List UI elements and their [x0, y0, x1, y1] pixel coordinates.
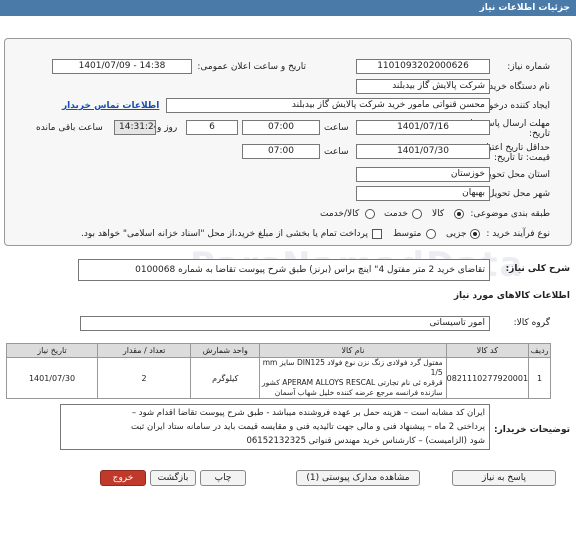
attachments-button[interactable]: مشاهده مدارک پیوستی (1): [296, 470, 420, 486]
process-label: نوع فرآیند خرید :: [486, 229, 550, 239]
goods-section-title: اطلاعات کالاهای مورد نیاز: [453, 291, 570, 301]
contact-buyer-link[interactable]: اطلاعات تماس خریدار: [62, 101, 159, 111]
treasury-payment-checkbox[interactable]: [372, 229, 382, 239]
need-number-field: 1101093202000626: [356, 59, 490, 74]
exit-button[interactable]: خروج: [100, 470, 146, 486]
col-qty: تعداد / مقدار: [96, 343, 192, 358]
creator-field: محسن قنواتی مامور خرید شرکت پالایش گاز ب…: [166, 98, 490, 113]
province-field: خوزستان: [356, 167, 490, 182]
cell-name-line1: مفتول گرد فولادی زنگ نزن نوع فولاد DIN12…: [262, 358, 443, 377]
deadline-date-field: 1401/07/16: [356, 120, 490, 135]
validity-time-field: 07:00: [242, 144, 320, 159]
cell-qty: 2: [96, 357, 192, 399]
city-label: شهر محل تحویل:: [484, 189, 550, 199]
validity-time-label: ساعت: [324, 147, 349, 157]
col-row: ردیف: [528, 343, 551, 358]
cell-name: مفتول گرد فولادی زنگ نزن نوع فولاد DIN12…: [259, 357, 447, 399]
need-number-label: شماره نیاز:: [507, 62, 550, 72]
remaining-time-field: 14:31:24: [114, 120, 156, 135]
cell-date: 1401/07/30: [6, 357, 98, 399]
goods-group-label: گروه کالا:: [513, 318, 550, 328]
category-label: طبقه بندی موضوعی:: [470, 209, 550, 219]
category-option-goods: کالا: [432, 209, 445, 219]
category-option-goods-service: کالا/خدمت: [320, 209, 360, 219]
announce-label: تاریخ و ساعت اعلان عمومی:: [197, 62, 306, 72]
days-label: روز و: [157, 123, 178, 133]
announce-field: 1401/07/09 - 14:38: [52, 59, 192, 74]
category-option-service: خدمت: [384, 209, 408, 219]
window-title: جزئیات اطلاعات نیاز: [0, 0, 576, 16]
cell-unit: کیلوگرم: [190, 357, 261, 399]
cell-name-line3: سازنده فرانسه مرجع عرضه کننده خلیل شهاب …: [274, 388, 443, 397]
back-button[interactable]: بازگشت: [150, 470, 196, 486]
process-radio-minor[interactable]: [470, 229, 480, 239]
table-row: 1 0821110277920001 مفتول گرد فولادی زنگ …: [6, 357, 551, 399]
category-radio-goods[interactable]: [454, 209, 464, 219]
goods-group-field: امور تاسیساتی: [80, 316, 490, 331]
goods-table: ردیف کد کالا نام کالا واحد شمارش تعداد /…: [6, 343, 551, 399]
deadline-time-field: 07:00: [242, 120, 320, 135]
notes-line2: پرداختی 2 ماه – پیشنهاد فنی و مالی جهت ت…: [131, 422, 485, 432]
summary-label: شرح کلی نیاز:: [505, 264, 570, 274]
summary-field: تقاضای خرید 2 متر مفتول 4" اینچ براس (بر…: [78, 259, 490, 281]
notes-field: ایران کد مشابه است – هزینه حمل بر عهده ف…: [60, 404, 490, 450]
treasury-payment-note: پرداخت تمام یا بخشی از مبلغ خرید،از محل …: [80, 229, 368, 239]
buyer-org-field: شرکت پالایش گاز بیدبلند: [356, 79, 490, 94]
notes-line1: ایران کد مشابه است – هزینه حمل بر عهده ف…: [131, 408, 485, 418]
remaining-label: ساعت باقی مانده: [36, 123, 103, 133]
col-name: نام کالا: [259, 343, 447, 358]
city-field: بهبهان: [356, 186, 490, 201]
process-radio-medium[interactable]: [426, 229, 436, 239]
reply-button[interactable]: پاسخ به نیاز: [452, 470, 556, 486]
col-code: کد کالا: [445, 343, 530, 358]
days-field: 6: [186, 120, 238, 135]
validity-date-field: 1401/07/30: [356, 144, 490, 159]
process-option-medium: متوسط: [393, 229, 422, 239]
table-header-row: ردیف کد کالا نام کالا واحد شمارش تعداد /…: [6, 343, 551, 358]
category-radio-goods-service[interactable]: [365, 209, 375, 219]
print-button[interactable]: چاپ: [200, 470, 246, 486]
cell-name-line2: قرقره ئی نام تجارتی APERAM ALLOYS RESCAL…: [262, 378, 443, 387]
notes-line3: شود (الزامیست) – کارشناس خرید مهندس قنوا…: [246, 436, 485, 446]
category-radio-service[interactable]: [412, 209, 422, 219]
deadline-time-label: ساعت: [324, 123, 349, 133]
col-unit: واحد شمارش: [190, 343, 261, 358]
cell-row: 1: [528, 357, 551, 399]
notes-label: توضیحات خریدار:: [494, 425, 570, 435]
col-date: تاریخ نیاز: [6, 343, 98, 358]
process-option-minor: جزیی: [446, 229, 467, 239]
cell-code: 0821110277920001: [445, 357, 530, 399]
